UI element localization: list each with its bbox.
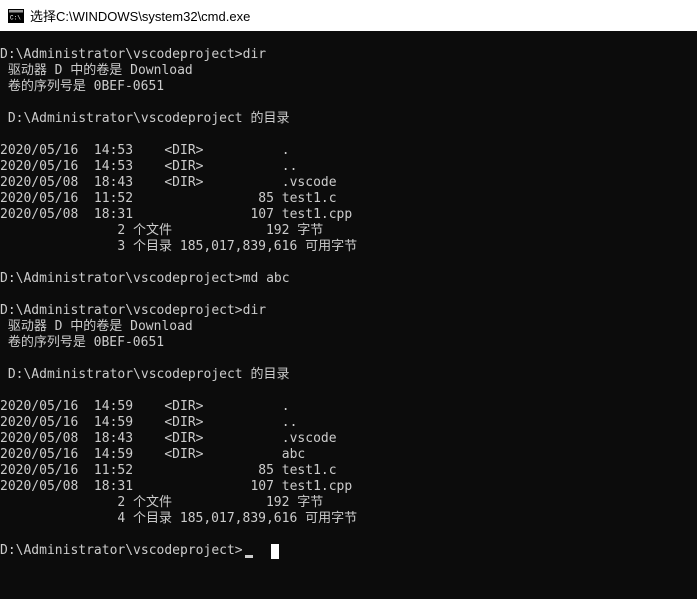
console-line: 2020/05/08 18:43 <DIR> .vscode — [0, 431, 337, 446]
console-line: 2020/05/16 11:52 85 test1.c — [0, 191, 337, 206]
window-title: 选择C:\WINDOWS\system32\cmd.exe — [30, 9, 251, 24]
svg-text:C:\: C:\ — [10, 14, 21, 21]
console-line: 2020/05/08 18:31 107 test1.cpp — [0, 479, 353, 494]
text-caret — [244, 555, 253, 558]
title-bar[interactable]: C:\ 选择C:\WINDOWS\system32\cmd.exe — [0, 0, 697, 31]
console-line: 2020/05/08 18:43 <DIR> .vscode — [0, 175, 337, 190]
console-line: 卷的序列号是 0BEF-0651 — [0, 79, 165, 94]
console-line: 2020/05/16 14:53 <DIR> . — [0, 143, 290, 158]
console-line: D:\Administrator\vscodeproject>dir — [0, 47, 267, 62]
console-line: 驱动器 D 中的卷是 Download — [0, 63, 193, 78]
console-line: 3 个目录 185,017,839,616 可用字节 — [0, 239, 358, 254]
console-line: 2020/05/16 11:52 85 test1.c — [0, 463, 337, 478]
cmd-app-icon: C:\ — [8, 8, 24, 23]
console-line: 卷的序列号是 0BEF-0651 — [0, 335, 165, 350]
console-line: D:\Administrator\vscodeproject>md abc — [0, 271, 290, 286]
console-line: 4 个目录 185,017,839,616 可用字节 — [0, 511, 358, 526]
console-line: 2020/05/08 18:31 107 test1.cpp — [0, 207, 353, 222]
console-line: 2020/05/16 14:53 <DIR> .. — [0, 159, 298, 174]
console-line: 2020/05/16 14:59 <DIR> .. — [0, 415, 298, 430]
console-line: 驱动器 D 中的卷是 Download — [0, 319, 193, 334]
console-line: 2020/05/16 14:59 <DIR> . — [0, 399, 290, 414]
selection-cursor — [271, 544, 279, 559]
console-line: 2020/05/16 14:59 <DIR> abc — [0, 447, 306, 462]
console-line: D:\Administrator\vscodeproject>dir — [0, 303, 267, 318]
cmd-window: C:\ 选择C:\WINDOWS\system32\cmd.exe D:\Adm… — [0, 0, 697, 599]
console-line: 2 个文件 192 字节 — [0, 495, 324, 510]
console-output[interactable]: D:\Administrator\vscodeproject>dir 驱动器 D… — [0, 31, 697, 599]
prompt-line[interactable]: D:\Administrator\vscodeproject> — [0, 543, 253, 559]
console-line: D:\Administrator\vscodeproject 的目录 — [0, 111, 290, 126]
console-line: D:\Administrator\vscodeproject 的目录 — [0, 367, 290, 382]
console-line: 2 个文件 192 字节 — [0, 223, 324, 238]
command-prompt: D:\Administrator\vscodeproject> — [0, 543, 243, 558]
